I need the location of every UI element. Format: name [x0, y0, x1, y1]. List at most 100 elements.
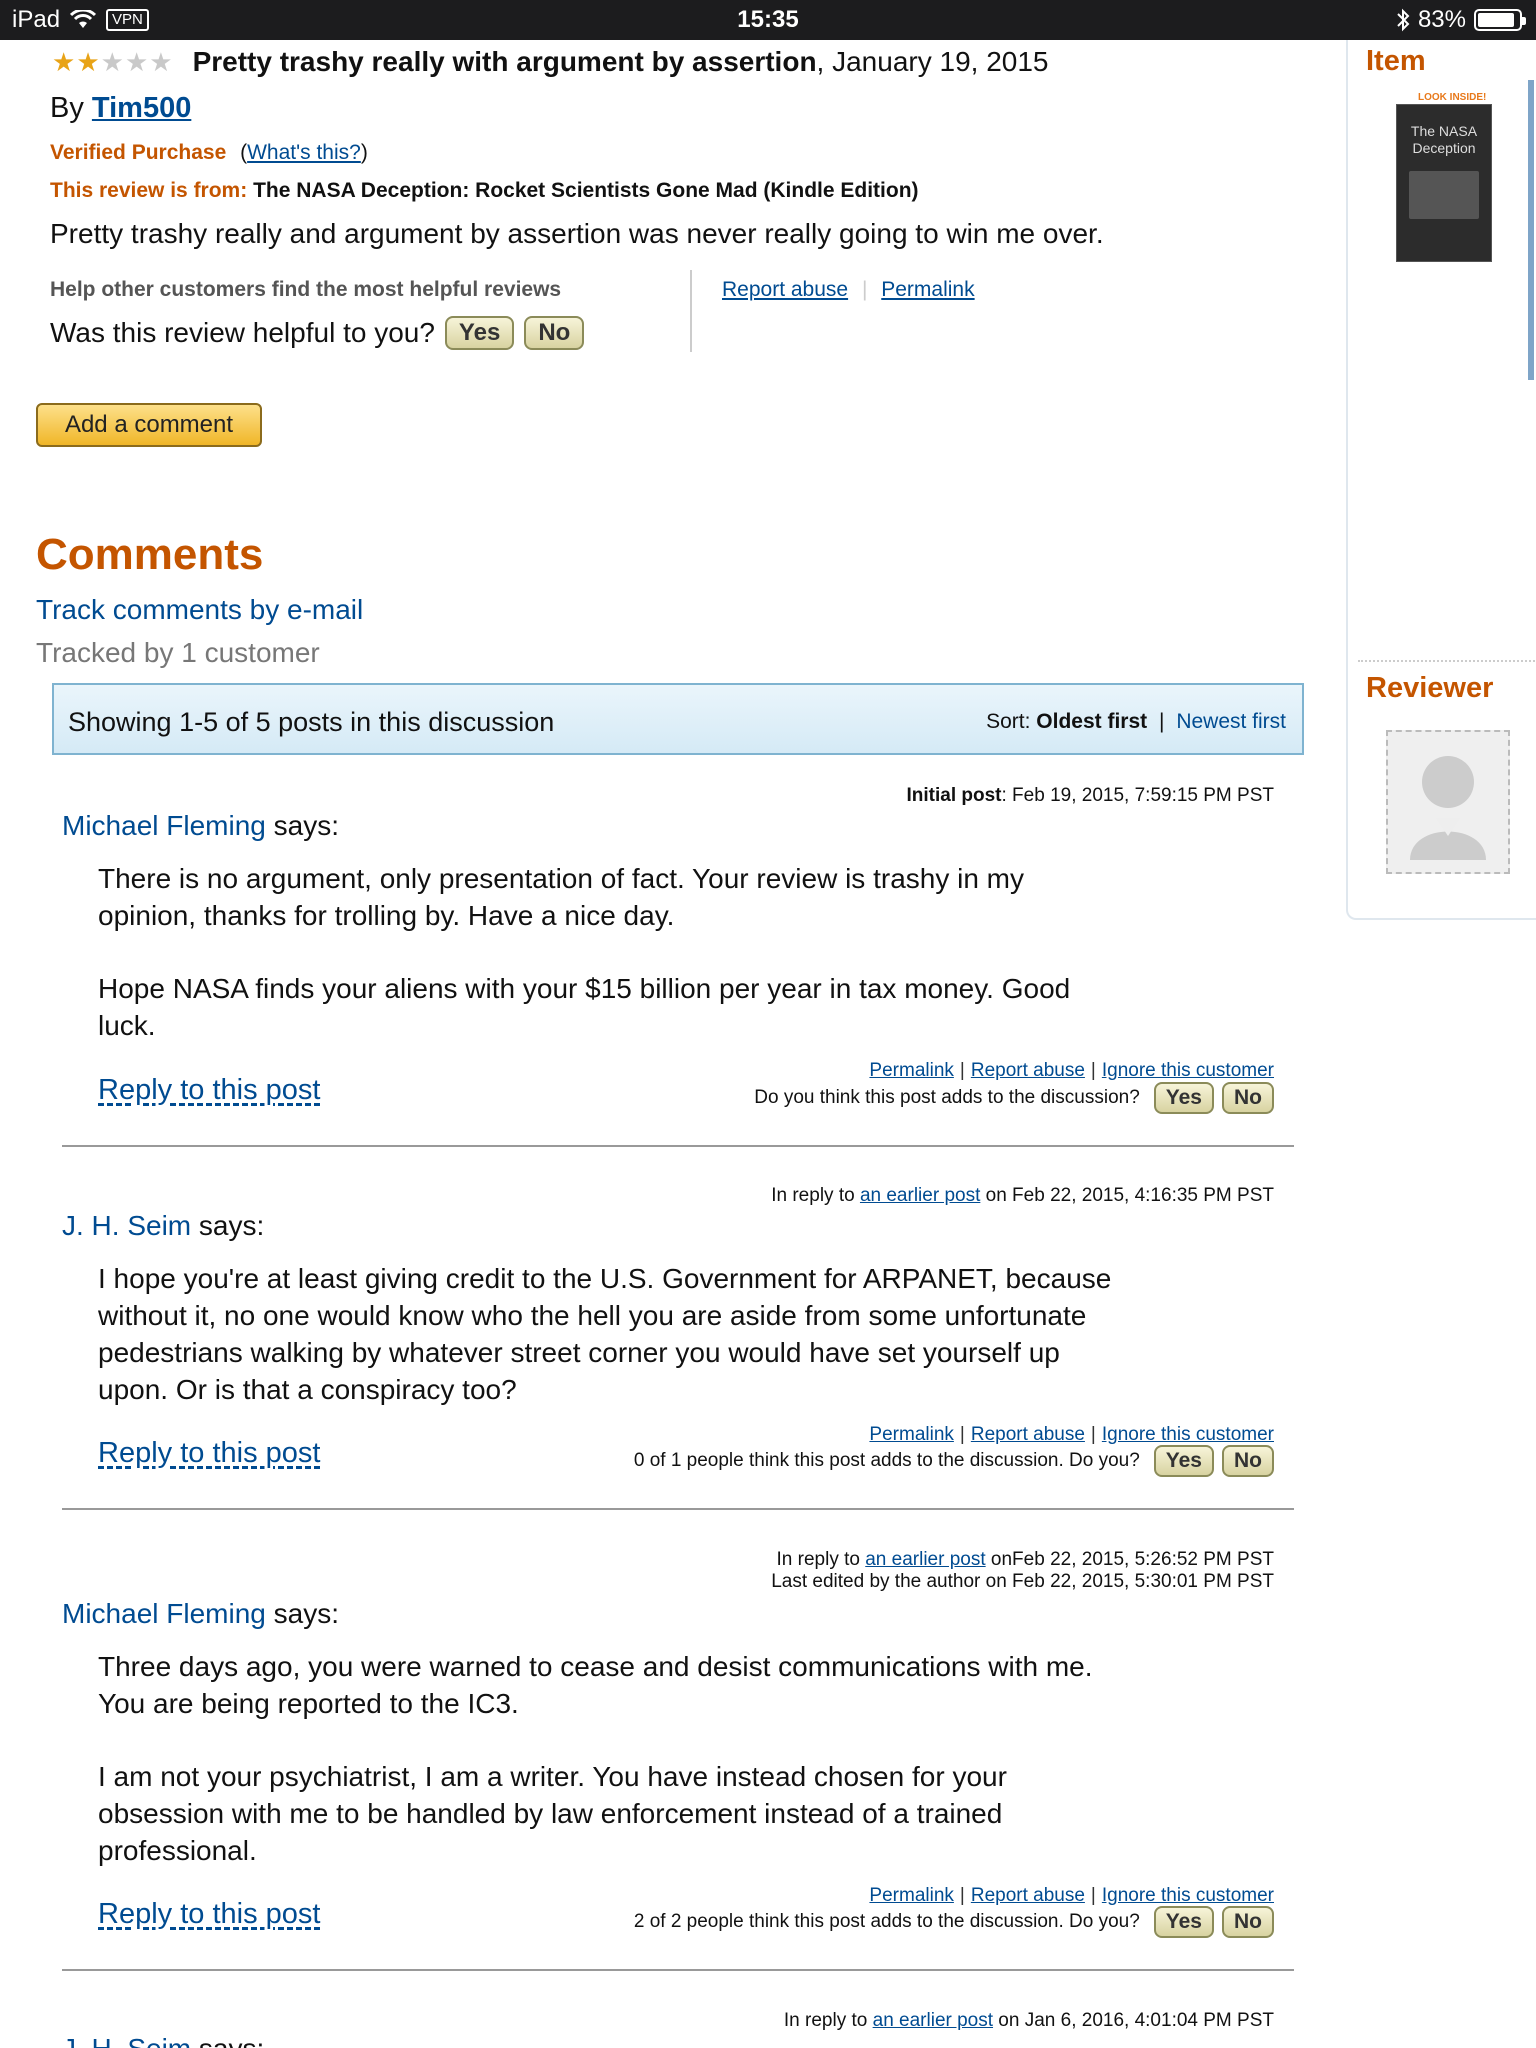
post-meta: Initial post: Feb 19, 2015, 7:59:15 PM P… — [62, 785, 1275, 807]
reply-to-post-link[interactable]: Reply to this post — [98, 1074, 320, 1107]
says-label: says: — [265, 810, 339, 841]
look-inside-label: LOOK INSIDE! — [1418, 92, 1487, 103]
bluetooth-icon — [1397, 8, 1410, 32]
says-label: says: — [191, 2033, 264, 2048]
reviewer-avatar[interactable] — [1386, 730, 1510, 874]
post-vote-row: Do you think this post adds to the discu… — [500, 1082, 1274, 1114]
post-paragraph: Hope NASA finds your aliens with your $1… — [98, 973, 1071, 1041]
sort-controls: Sort: Oldest first | Newest first — [986, 710, 1286, 733]
post-no-button[interactable]: No — [1222, 1445, 1274, 1477]
post-no-button[interactable]: No — [1222, 1906, 1274, 1938]
post-author-link[interactable]: Michael Fleming — [62, 810, 266, 841]
post-author-link[interactable]: J. H. Seim — [62, 2033, 191, 2048]
post-yes-button[interactable]: Yes — [1153, 1082, 1214, 1114]
post-body: There is no argument, only presentation … — [98, 860, 1128, 1044]
post-yes-button[interactable]: Yes — [1153, 1906, 1214, 1938]
review-yes-button[interactable]: Yes — [444, 316, 515, 350]
last-edited: Last edited by the author on Feb 22, 201… — [771, 1571, 1274, 1592]
reply-prefix: In reply to — [771, 1185, 860, 1206]
earlier-post-link[interactable]: an earlier post — [873, 2010, 993, 2031]
earlier-post-link[interactable]: an earlier post — [865, 1549, 985, 1570]
right-sidebar: Item LOOK INSIDE! The NASA Deception Rev… — [1346, 40, 1536, 920]
post-meta: In reply to an earlier post on Feb 22, 2… — [62, 1185, 1274, 1207]
post-date: on Jan 6, 2016, 4:01:04 PM PST — [993, 2010, 1274, 2031]
help-label: Help other customers find the most helpf… — [50, 278, 562, 301]
review-from-label: This review is from: — [50, 179, 248, 202]
says-label: says: — [191, 1210, 265, 1241]
review-report-abuse-link[interactable]: Report abuse — [722, 278, 848, 301]
post-vote-row: 0 of 1 people think this post adds to th… — [400, 1445, 1274, 1477]
post-vote-question: Do you think this post adds to the discu… — [754, 1087, 1140, 1108]
post-author-line: J. H. Seim says: — [62, 2033, 264, 2048]
review-from-line: This review is from: The NASA Deception:… — [50, 179, 919, 203]
post-body: I hope you're at least giving credit to … — [98, 1260, 1128, 1408]
track-comments-link[interactable]: Track comments by e-mail — [36, 594, 363, 626]
initial-post-label: Initial post — [906, 785, 1002, 806]
sidebar-divider — [1358, 660, 1536, 662]
post-vote-question: 2 of 2 people think this post adds to th… — [633, 1911, 1140, 1932]
post-author-link[interactable]: J. H. Seim — [62, 1210, 191, 1241]
reply-to-post-link[interactable]: Reply to this post — [98, 1437, 320, 1470]
review-header: ★ ★ ★ ★ ★ Pretty trashy really with argument… — [52, 46, 1342, 78]
star-empty-icon: ★ — [100, 47, 124, 77]
post-report-abuse-link[interactable]: Report abuse — [971, 1885, 1085, 1906]
review-actions: Report abuse | Permalink — [722, 278, 975, 301]
post-yes-button[interactable]: Yes — [1153, 1445, 1214, 1477]
post-links: Permalink | Report abuse | Ignore this custo… — [869, 1424, 1274, 1445]
sort-newest-link[interactable]: Newest first — [1176, 710, 1286, 733]
post-separator — [62, 1145, 1294, 1147]
post-meta: In reply to an earlier post on Jan 6, 20… — [62, 2010, 1274, 2032]
earlier-post-link[interactable]: an earlier post — [860, 1185, 980, 1206]
ignore-customer-link[interactable]: Ignore this customer — [1102, 1885, 1274, 1906]
showing-posts: Showing 1-5 of 5 posts in this discussio… — [68, 707, 555, 737]
default-avatar-icon — [1410, 756, 1486, 860]
post-vote-question: 0 of 1 people think this post adds to th… — [633, 1450, 1140, 1471]
post-report-abuse-link[interactable]: Report abuse — [971, 1424, 1085, 1445]
reply-to-post-link[interactable]: Reply to this post — [98, 1898, 320, 1931]
review-byline: By Tim500 — [50, 92, 191, 125]
status-bar: iPad VPN 15:35 83% — [0, 0, 1536, 40]
post-paragraph: There is no argument, only presentation … — [98, 863, 1025, 931]
post-separator — [62, 1508, 1294, 1510]
post-author-line: J. H. Seim says: — [62, 1210, 264, 1242]
post-vote-row: 2 of 2 people think this post adds to th… — [400, 1906, 1274, 1938]
post-date: : Feb 19, 2015, 7:59:15 PM PST — [1001, 785, 1275, 806]
ignore-customer-link[interactable]: Ignore this customer — [1102, 1060, 1274, 1081]
ignore-customer-link[interactable]: Ignore this customer — [1102, 1424, 1274, 1445]
review-no-button[interactable]: No — [524, 316, 585, 350]
discussion-bar: Showing 1-5 of 5 posts in this discussio… — [52, 683, 1304, 755]
whats-this-link[interactable]: What's this? — [247, 141, 361, 164]
post-author-line: Michael Fleming says: — [62, 1598, 339, 1630]
post-report-abuse-link[interactable]: Report abuse — [971, 1060, 1085, 1081]
rating-stars: ★ ★ ★ ★ ★ — [52, 49, 173, 75]
reviewer-link[interactable]: Tim500 — [92, 92, 191, 124]
reply-prefix: In reply to — [776, 1549, 866, 1570]
sort-oldest: Oldest first — [1036, 710, 1148, 733]
post-permalink-link[interactable]: Permalink — [869, 1885, 953, 1906]
review-date: , January 19, 2015 — [816, 46, 1049, 77]
star-empty-icon: ★ — [149, 47, 173, 77]
post-meta: In reply to an earlier post onFeb 22, 20… — [62, 1549, 1274, 1593]
post-no-button[interactable]: No — [1222, 1082, 1274, 1114]
post-separator — [62, 1969, 1294, 1971]
says-label: says: — [265, 1598, 339, 1629]
helpful-row: Was this review helpful to you? Yes No — [50, 316, 585, 350]
helpful-question: Was this review helpful to you? — [50, 317, 435, 348]
book-cover[interactable]: The NASA Deception — [1396, 104, 1492, 262]
post-permalink-link[interactable]: Permalink — [869, 1060, 953, 1081]
post-links: Permalink | Report abuse | Ignore this custo… — [869, 1060, 1274, 1081]
star-empty-icon: ★ — [124, 47, 149, 77]
battery-icon — [1474, 9, 1526, 31]
post-permalink-link[interactable]: Permalink — [869, 1424, 953, 1445]
review-text: Pretty trashy really and argument by ass… — [50, 218, 1104, 249]
reply-prefix: In reply to — [783, 2010, 873, 2031]
post-body: Three days ago, you were warned to cease… — [98, 1648, 1128, 1869]
book-cover-title: The NASA Deception — [1410, 123, 1478, 156]
verified-line: Verified Purchase (What's this?) — [50, 141, 368, 164]
verified-purchase: Verified Purchase — [50, 141, 227, 164]
post-author-link[interactable]: Michael Fleming — [62, 1598, 266, 1629]
add-comment-button[interactable]: Add a comment — [36, 403, 262, 447]
review-permalink-link[interactable]: Permalink — [881, 278, 974, 301]
review-title: Pretty trashy really with argument by as… — [192, 46, 817, 77]
review-product: The NASA Deception: Rocket Scientists Go… — [253, 179, 919, 202]
